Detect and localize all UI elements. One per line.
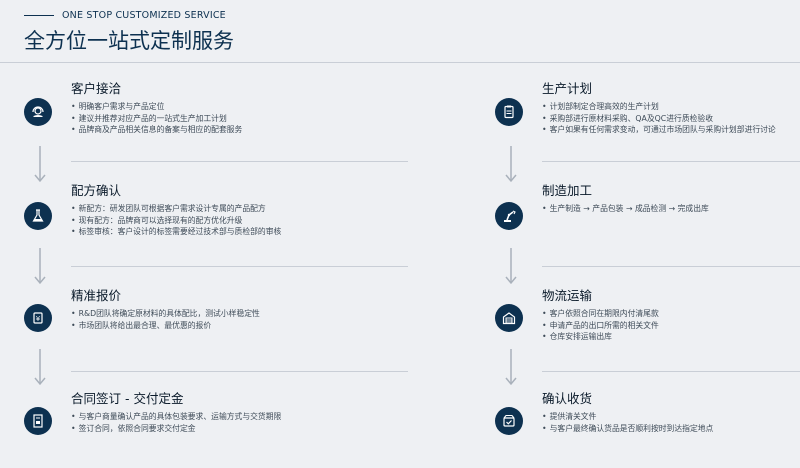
step-formula-confirmation: 配方确认 新配方：研发团队可根据客户需求设计专属的产品配方 现有配方：品牌商可以… bbox=[24, 180, 409, 260]
bullet-item: 采购部进行原材料采购、QA及QC进行质检验收 bbox=[542, 113, 800, 125]
delivery-box-icon bbox=[495, 407, 523, 435]
step-content: 合同签订 - 交付定金 与客户商量确认产品的具体包装要求、运输方式与交货期限 签… bbox=[71, 388, 411, 434]
bullet-item: 签订合同，依照合同要求交付定金 bbox=[71, 423, 411, 435]
bullet-item: R&D团队将确定原材料的具体配比，测试小样稳定性 bbox=[71, 308, 411, 320]
svg-text:¥: ¥ bbox=[36, 315, 41, 323]
header-divider bbox=[0, 62, 800, 63]
step-production-plan: 生产计划 计划部制定合理高效的生产计划 采购部进行原材料采购、QA及QC进行质检… bbox=[495, 78, 795, 158]
bullet-list: 与客户商量确认产品的具体包装要求、运输方式与交货期限 签订合同，依照合同要求交付… bbox=[71, 411, 411, 434]
headset-icon bbox=[24, 98, 52, 126]
flask-icon bbox=[24, 202, 52, 230]
step-title: 配方确认 bbox=[71, 183, 122, 198]
bullet-item: 新配方：研发团队可根据客户需求设计专属的产品配方 bbox=[71, 203, 411, 215]
bullet-item: 客户依照合同在期限内付清尾款 bbox=[542, 308, 800, 320]
step-divider bbox=[542, 161, 800, 162]
page-title: 全方位一站式定制服务 bbox=[24, 29, 234, 53]
bullet-item: 客户如果有任何需求变动，可通过市场团队与采购计划部进行讨论 bbox=[542, 124, 800, 136]
bullet-list: 计划部制定合理高效的生产计划 采购部进行原材料采购、QA及QC进行质检验收 客户… bbox=[542, 101, 800, 136]
bullet-item: 品牌商及产品相关信息的备案与相应的配套服务 bbox=[71, 124, 411, 136]
bullet-item: 申请产品的出口所需的相关文件 bbox=[542, 320, 800, 332]
robot-arm-icon bbox=[495, 202, 523, 230]
down-arrow-icon bbox=[504, 349, 518, 387]
bullet-item: 现有配方：品牌商可以选择现有的配方优化升级 bbox=[71, 215, 411, 227]
warehouse-icon bbox=[495, 304, 523, 332]
step-content: 精准报价 R&D团队将确定原材料的具体配比，测试小样稳定性 市场团队将给出最合理… bbox=[71, 285, 411, 331]
page-header: ONE STOP CUSTOMIZED SERVICE 全方位一站式定制服务 bbox=[24, 10, 234, 55]
bullet-item: 与客户商量确认产品的具体包装要求、运输方式与交货期限 bbox=[71, 411, 411, 423]
step-content: 配方确认 新配方：研发团队可根据客户需求设计专属的产品配方 现有配方：品牌商可以… bbox=[71, 180, 411, 238]
step-divider bbox=[542, 371, 800, 372]
step-content: 物流运输 客户依照合同在期限内付清尾款 申请产品的出口所需的相关文件 仓库安排运… bbox=[542, 285, 800, 343]
bullet-item: 提供清关文件 bbox=[542, 411, 800, 423]
step-divider bbox=[71, 161, 408, 162]
bullet-item: 明确客户需求与产品定位 bbox=[71, 101, 411, 113]
bullet-item: 计划部制定合理高效的生产计划 bbox=[542, 101, 800, 113]
down-arrow-icon bbox=[33, 349, 47, 387]
step-divider bbox=[542, 266, 800, 267]
step-title: 生产计划 bbox=[542, 81, 593, 96]
price-tag-icon: ¥ bbox=[24, 304, 52, 332]
step-divider bbox=[71, 266, 408, 267]
step-content: 确认收货 提供清关文件 与客户最终确认货品是否顺利按时到达指定地点 bbox=[542, 388, 800, 434]
step-divider bbox=[71, 371, 408, 372]
step-title: 客户接洽 bbox=[71, 81, 122, 96]
contract-icon bbox=[24, 407, 52, 435]
bullet-item: 生产制造 → 产品包装 → 成品检测 → 完成出库 bbox=[542, 203, 800, 215]
bullet-list: 明确客户需求与产品定位 建议并推荐对应产品的一站式生产加工计划 品牌商及产品相关… bbox=[71, 101, 411, 136]
step-manufacturing: 制造加工 生产制造 → 产品包装 → 成品检测 → 完成出库 bbox=[495, 180, 795, 260]
bullet-list: R&D团队将确定原材料的具体配比，测试小样稳定性 市场团队将给出最合理、最优惠的… bbox=[71, 308, 411, 331]
bullet-item: 市场团队将给出最合理、最优惠的报价 bbox=[71, 320, 411, 332]
step-contract-deposit: 合同签订 - 交付定金 与客户商量确认产品的具体包装要求、运输方式与交货期限 签… bbox=[24, 388, 409, 468]
bullet-list: 客户依照合同在期限内付清尾款 申请产品的出口所需的相关文件 仓库安排运输出库 bbox=[542, 308, 800, 343]
bullet-list: 生产制造 → 产品包装 → 成品检测 → 完成出库 bbox=[542, 203, 800, 215]
eyebrow: ONE STOP CUSTOMIZED SERVICE bbox=[24, 10, 234, 21]
bullet-item: 与客户最终确认货品是否顺利按时到达指定地点 bbox=[542, 423, 800, 435]
down-arrow-icon bbox=[33, 146, 47, 184]
step-title: 制造加工 bbox=[542, 183, 593, 198]
step-title: 物流运输 bbox=[542, 288, 593, 303]
bullet-list: 提供清关文件 与客户最终确认货品是否顺利按时到达指定地点 bbox=[542, 411, 800, 434]
step-title: 合同签订 - 交付定金 bbox=[71, 391, 184, 406]
clipboard-icon bbox=[495, 98, 523, 126]
eyebrow-text: ONE STOP CUSTOMIZED SERVICE bbox=[62, 10, 226, 21]
step-logistics: 物流运输 客户依照合同在期限内付清尾款 申请产品的出口所需的相关文件 仓库安排运… bbox=[495, 285, 795, 365]
step-content: 客户接洽 明确客户需求与产品定位 建议并推荐对应产品的一站式生产加工计划 品牌商… bbox=[71, 78, 411, 136]
step-customer-contact: 客户接洽 明确客户需求与产品定位 建议并推荐对应产品的一站式生产加工计划 品牌商… bbox=[24, 78, 409, 158]
step-precise-quote: ¥ 精准报价 R&D团队将确定原材料的具体配比，测试小样稳定性 市场团队将给出最… bbox=[24, 285, 409, 365]
step-content: 生产计划 计划部制定合理高效的生产计划 采购部进行原材料采购、QA及QC进行质检… bbox=[542, 78, 800, 136]
step-title: 精准报价 bbox=[71, 288, 122, 303]
step-content: 制造加工 生产制造 → 产品包装 → 成品检测 → 完成出库 bbox=[542, 180, 800, 215]
down-arrow-icon bbox=[33, 248, 47, 286]
step-confirm-receipt: 确认收货 提供清关文件 与客户最终确认货品是否顺利按时到达指定地点 bbox=[495, 388, 795, 468]
bullet-list: 新配方：研发团队可根据客户需求设计专属的产品配方 现有配方：品牌商可以选择现有的… bbox=[71, 203, 411, 238]
down-arrow-icon bbox=[504, 146, 518, 184]
bullet-item: 仓库安排运输出库 bbox=[542, 331, 800, 343]
eyebrow-line bbox=[24, 15, 54, 16]
step-title: 确认收货 bbox=[542, 391, 593, 406]
bullet-item: 标签审核：客户设计的标签需要经过技术部与质检部的审核 bbox=[71, 226, 411, 238]
bullet-item: 建议并推荐对应产品的一站式生产加工计划 bbox=[71, 113, 411, 125]
down-arrow-icon bbox=[504, 248, 518, 286]
